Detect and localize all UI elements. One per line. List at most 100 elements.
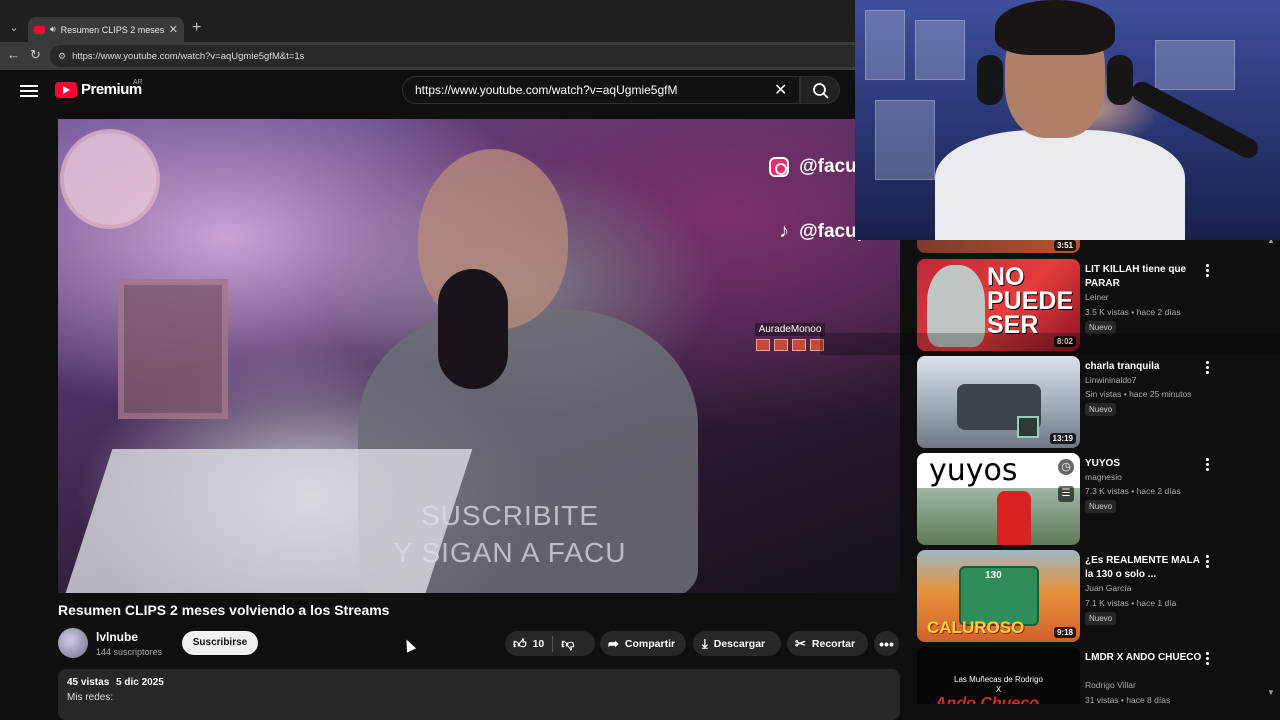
site-info-icon[interactable]: ⚙︎ (58, 51, 66, 62)
recommendation-title[interactable]: charla tranquila (1085, 360, 1203, 374)
share-button[interactable]: ➦ Compartir (600, 631, 686, 656)
clip-button[interactable]: ✂ Recortar (787, 631, 868, 656)
overlay-line-2: Y SIGAN A FACU (393, 537, 627, 568)
speaker-icon[interactable]: 🔊︎ (50, 24, 56, 35)
more-vertical-icon[interactable] (1201, 358, 1213, 376)
like-icon[interactable]: 👍︎ (513, 636, 527, 652)
recommendation-channel[interactable]: Rodrigo Villar (1085, 680, 1136, 690)
recommendation-stats: 3.5 K vistas • hace 2 días (1085, 307, 1181, 317)
subscribe-overlay-text: SUSCRIBITE Y SIGAN A FACU (380, 497, 640, 571)
thumbnail-text: yuyos (929, 453, 1018, 488)
new-tab-icon[interactable]: + (192, 19, 201, 37)
streamer-hair-image (995, 0, 1115, 55)
share-label: Compartir (624, 637, 676, 650)
thumbnail-figure-image (997, 491, 1031, 545)
new-badge: Nuevo (1085, 403, 1117, 416)
like-dislike-group: 👍︎ 10 👎︎ (505, 631, 595, 656)
recommendation-title[interactable]: YUYOS (1085, 457, 1203, 471)
recommendation-stats: 7.1 K vistas • hace 1 día (1085, 598, 1177, 608)
recommendation-channel[interactable]: Linwininaldo7 (1085, 375, 1137, 385)
url-field[interactable]: ⚙︎ https://www.youtube.com/watch?v=aqUgm… (50, 45, 855, 67)
close-tab-icon[interactable]: ✕ (169, 23, 178, 36)
recommendation-views: Sin vistas (1085, 389, 1122, 399)
recommendation-views: 7.3 K vistas (1085, 486, 1129, 496)
watch-later-icon[interactable]: ◷ (1058, 459, 1074, 475)
video-title: Resumen CLIPS 2 meses volviendo a los St… (58, 602, 390, 618)
thumbnail-text: NO PUEDE SER (987, 263, 1074, 339)
download-button[interactable]: ⤓ Descargar (693, 631, 781, 656)
description-box[interactable]: 45 vistas 5 dic 2025 Mis redes: (58, 669, 900, 720)
recommendation-channel[interactable]: Leiner (1085, 292, 1109, 302)
youtube-premium-logo[interactable]: Premium (55, 81, 142, 98)
recommendation-title[interactable]: ¿Es REALMENTE MALA la 130 o solo ... (1085, 554, 1203, 582)
browser-tab-bar: ⌄ 🔊︎ Resumen CLIPS 2 meses volvi ✕ + (0, 0, 855, 42)
video-thumbnail[interactable]: 13:19 (917, 356, 1080, 448)
more-vertical-icon[interactable] (1201, 455, 1213, 473)
description-text: Mis redes: (67, 692, 114, 703)
video-duration: 3:51 (1053, 240, 1076, 251)
youtube-play-icon (55, 81, 77, 98)
recommendation-item[interactable]: 13:19 charla tranquila Linwininaldo7 Sin… (917, 356, 1267, 448)
tiktok-icon: ♪ (779, 220, 790, 242)
video-player[interactable]: @facupesc ♪ @facupesc AuradeMonoo SUSCRI… (58, 119, 900, 593)
region-code: AR (133, 79, 143, 86)
thumbnail-screen-image (1017, 416, 1039, 438)
search-button[interactable] (800, 76, 840, 104)
wall-poster-image (865, 10, 905, 80)
recommendation-age: hace 25 minutos (1129, 389, 1192, 399)
video-thumbnail[interactable]: 130 CALUROSO 9:18 (917, 550, 1080, 642)
thumbnail-text: Ando Chueco (935, 695, 1039, 704)
description-meta: 45 vistas 5 dic 2025 (67, 677, 891, 688)
download-label: Descargar (713, 637, 766, 650)
new-badge: Nuevo (1085, 612, 1117, 625)
more-vertical-icon[interactable] (1201, 261, 1213, 279)
back-icon[interactable]: ← (7, 47, 20, 62)
video-duration: 13:19 (1049, 433, 1076, 444)
recommendation-views: 3.5 K vistas (1085, 307, 1129, 317)
tab-list-dropdown-icon[interactable]: ⌄ (4, 18, 24, 38)
like-count[interactable]: 10 (533, 638, 545, 650)
more-vertical-icon[interactable] (1201, 649, 1213, 667)
new-badge: Nuevo (1085, 500, 1117, 513)
recommendation-title[interactable]: LMDR X ANDO CHUECO (1085, 651, 1203, 665)
recommendation-stats: 7.3 K vistas • hace 2 días (1085, 486, 1181, 496)
video-thumbnail[interactable]: Las Muñecas de Rodrigo X Ando Chueco (917, 647, 1080, 704)
dislike-icon[interactable]: 👎︎ (561, 636, 574, 652)
add-to-queue-icon[interactable]: ☰ (1058, 486, 1074, 502)
headset-right-image (1107, 55, 1133, 105)
reload-icon[interactable]: ↻ (30, 47, 41, 63)
scroll-down-arrow-icon[interactable]: ▼ (1267, 688, 1275, 697)
upload-date: 5 dic 2025 (116, 677, 164, 688)
stream-overlay-strip (820, 333, 1280, 355)
recommendation-channel[interactable]: Juan García (1085, 583, 1131, 593)
subscriber-count: 144 suscriptores (96, 647, 163, 657)
recommendation-age: hace 8 días (1126, 695, 1171, 704)
channel-name[interactable]: lvlnube (96, 630, 138, 644)
url-text: https://www.youtube.com/watch?v=aqUgmie5… (72, 50, 305, 62)
clip-label: Recortar (811, 637, 856, 650)
donation-alert: AuradeMonoo (755, 323, 825, 351)
browser-address-bar: ← ↻ ⚙︎ https://www.youtube.com/watch?v=a… (0, 42, 855, 70)
browser-tab-active[interactable]: 🔊︎ Resumen CLIPS 2 meses volvi ✕ (28, 17, 184, 42)
thumbnail-x-text: X (995, 685, 1002, 694)
hamburger-menu-icon[interactable] (20, 82, 38, 98)
more-actions-button[interactable]: ••• (874, 631, 899, 656)
gift-icons (755, 339, 825, 351)
clear-search-icon[interactable]: ✕ (774, 80, 787, 100)
recommendation-age: hace 2 días (1136, 486, 1181, 496)
more-vertical-icon[interactable] (1201, 552, 1213, 570)
recommendation-channel[interactable]: magnesio (1085, 472, 1122, 482)
donor-name: AuradeMonoo (755, 323, 825, 336)
like-divider (552, 635, 554, 652)
recommendation-item[interactable]: 130 CALUROSO 9:18 ¿Es REALMENTE MALA la … (917, 550, 1267, 642)
tab-title: Resumen CLIPS 2 meses volvi (60, 24, 164, 35)
wall-clock-image (60, 129, 160, 229)
recommendation-item[interactable]: yuyos ◷ ☰ YUYOS magnesio 7.3 K vistas • … (917, 453, 1267, 545)
subscribe-button[interactable]: Suscribirse (182, 631, 258, 655)
webcam-overlay (855, 0, 1280, 240)
video-thumbnail[interactable]: yuyos ◷ ☰ (917, 453, 1080, 545)
recommendation-item[interactable]: Las Muñecas de Rodrigo X Ando Chueco LMD… (917, 647, 1267, 704)
search-input[interactable]: https://www.youtube.com/watch?v=aqUgmie5… (402, 76, 800, 104)
channel-avatar[interactable] (58, 628, 88, 658)
recommendation-title[interactable]: LIT KILLAH tiene que PARAR (1085, 263, 1203, 291)
